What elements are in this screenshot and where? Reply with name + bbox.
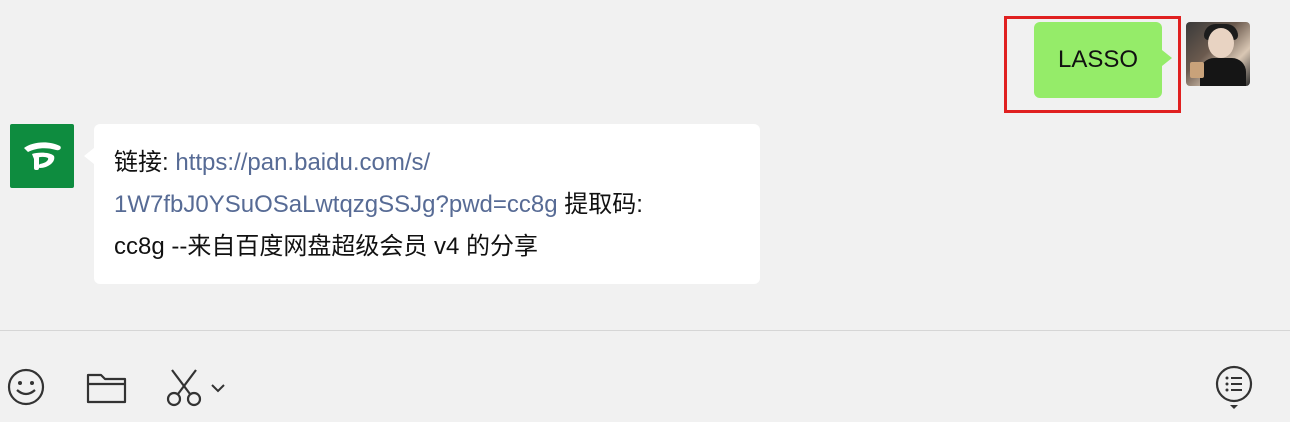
chat-area: LASSO 链接: https://pan.baidu.com/s/ 1W7fb… xyxy=(0,0,1290,330)
chat-history-button[interactable] xyxy=(1214,365,1254,416)
screenshot-button[interactable] xyxy=(166,367,206,412)
scissors-icon xyxy=(166,369,202,407)
chevron-down-icon xyxy=(211,384,225,393)
message-line-3: cc8g --来自百度网盘超级会员 v4 的分享 xyxy=(114,233,539,260)
incoming-message-bubble[interactable]: 链接: https://pan.baidu.com/s/ 1W7fbJ0YSuO… xyxy=(84,124,760,284)
screenshot-options-button[interactable] xyxy=(210,381,226,399)
app-logo-icon xyxy=(24,142,61,170)
message-line-1: 链接: https://pan.baidu.com/s/ xyxy=(114,142,740,184)
share-link-part-1[interactable]: https://pan.baidu.com/s/ xyxy=(175,149,430,176)
input-toolbar xyxy=(0,331,1290,422)
outgoing-message-text: LASSO xyxy=(1057,46,1139,73)
link-label: 链接: xyxy=(114,149,169,176)
chat-history-icon xyxy=(1215,365,1253,409)
folder-icon xyxy=(86,373,127,404)
sender-avatar[interactable] xyxy=(10,124,74,188)
emoji-button[interactable] xyxy=(6,367,46,412)
emoji-icon xyxy=(7,368,45,406)
send-file-button[interactable] xyxy=(86,369,128,410)
message-line-2: 1W7fbJ0YSuOSaLwtqzgSSJg?pwd=cc8g 提取码: xyxy=(114,184,740,226)
my-avatar[interactable] xyxy=(1186,22,1250,86)
code-label: 提取码: xyxy=(564,191,643,218)
outgoing-message-bubble[interactable]: LASSO xyxy=(1034,22,1172,98)
share-link-part-2[interactable]: 1W7fbJ0YSuOSaLwtqzgSSJg?pwd=cc8g xyxy=(114,191,558,218)
